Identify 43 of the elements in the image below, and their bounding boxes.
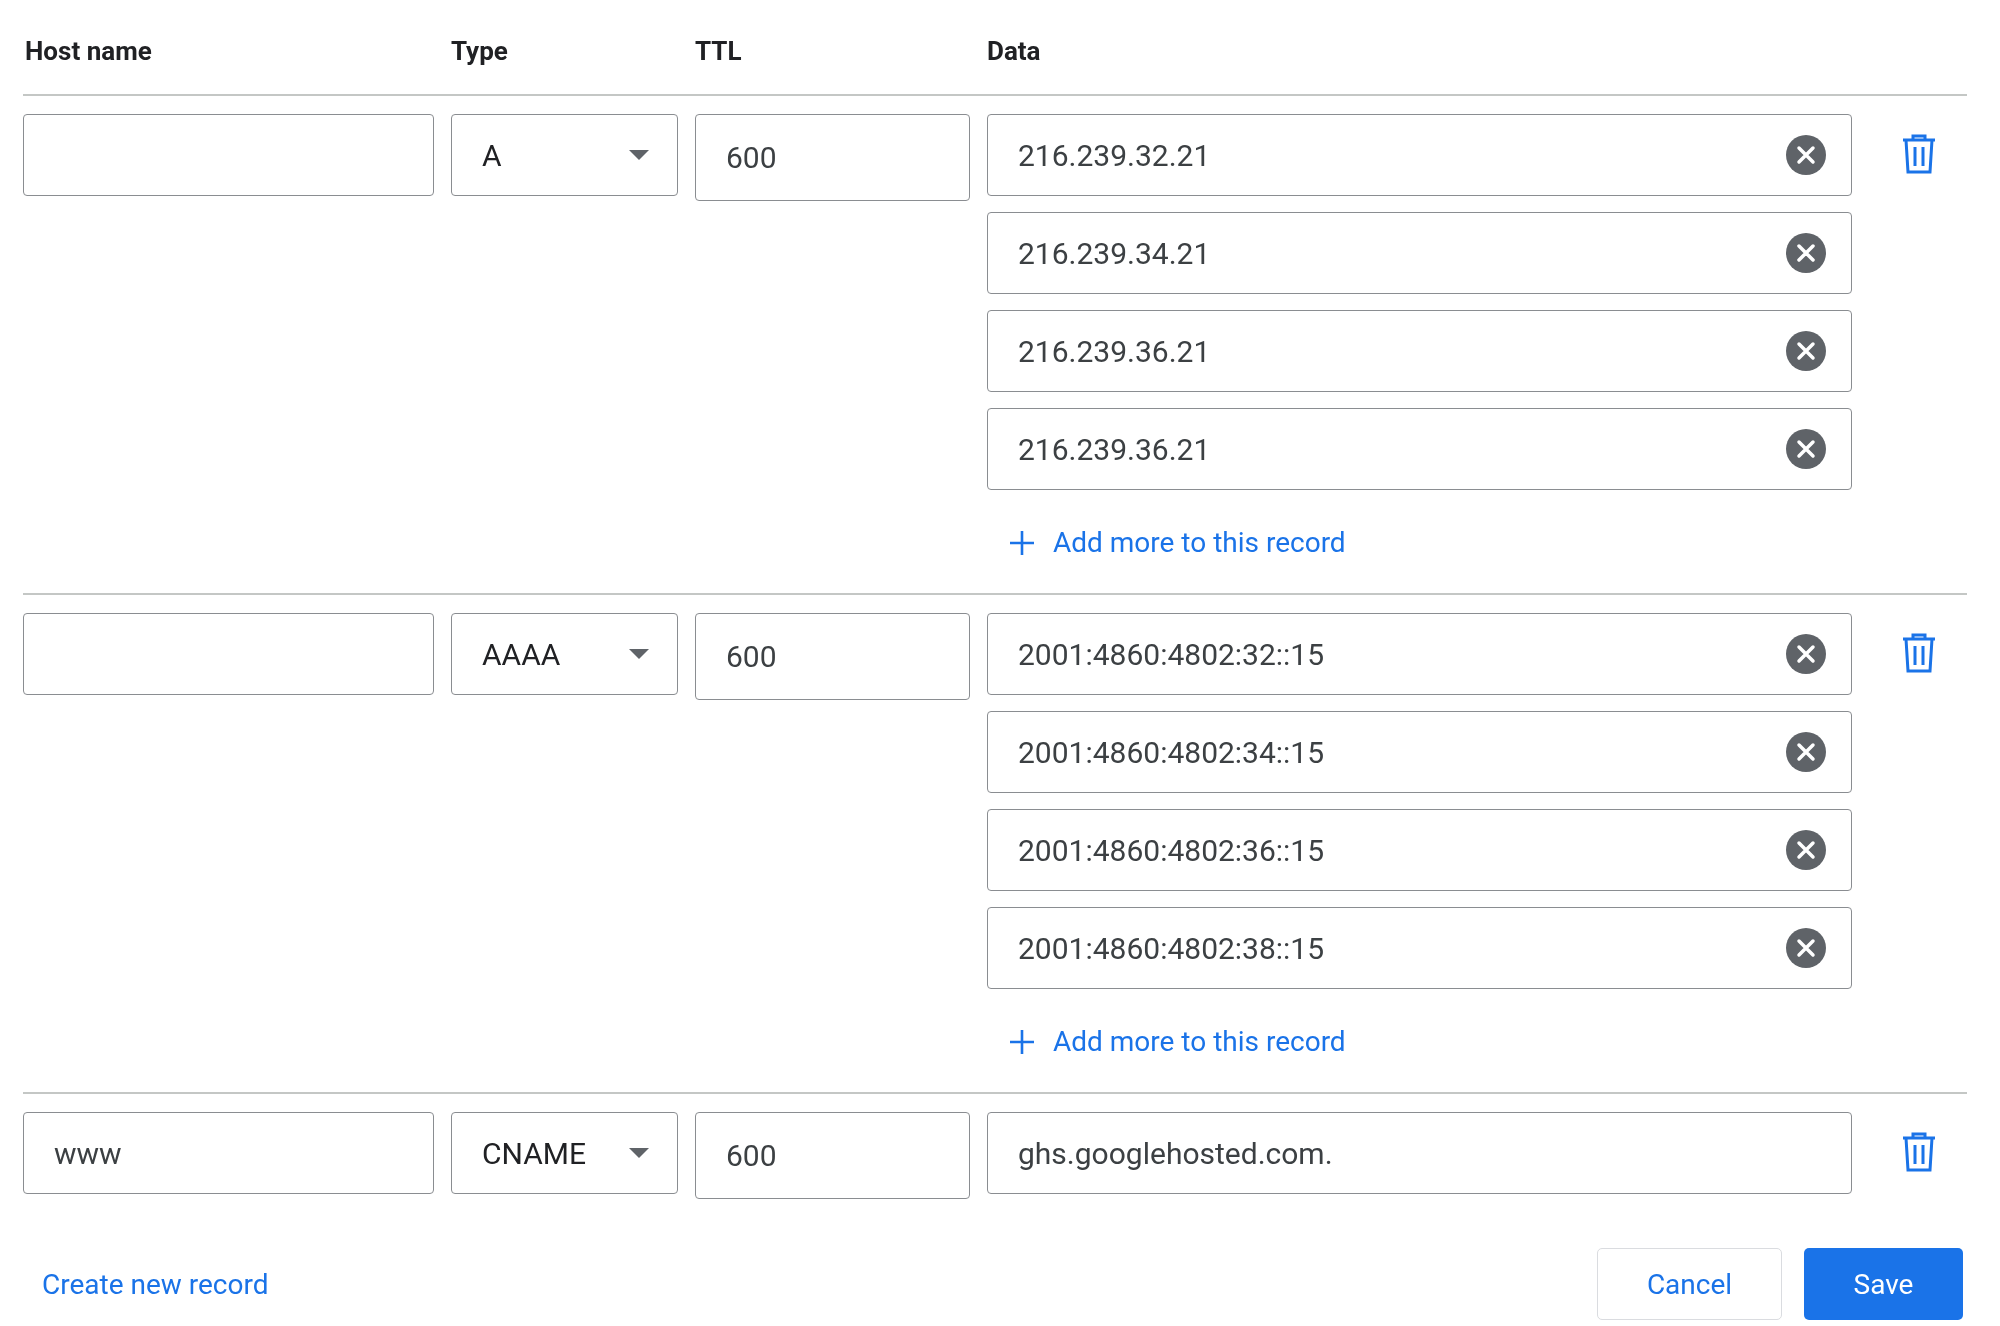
save-button[interactable]: Save xyxy=(1804,1248,1963,1320)
ttl-field[interactable]: 600 xyxy=(695,114,970,201)
data-field[interactable]: 2001:4860:4802:36::15 xyxy=(987,809,1852,891)
add-more-link[interactable]: Add more to this record xyxy=(1009,526,1346,559)
clear-icon[interactable] xyxy=(1785,134,1827,176)
plus-icon xyxy=(1009,1028,1035,1055)
delete-icon[interactable] xyxy=(1901,633,1937,673)
clear-icon[interactable] xyxy=(1785,927,1827,969)
host-name-field[interactable] xyxy=(23,613,434,695)
clear-icon[interactable] xyxy=(1785,330,1827,372)
dropdown-caret-icon xyxy=(629,1148,649,1158)
type-dropdown[interactable]: CNAME xyxy=(451,1112,678,1194)
clear-icon[interactable] xyxy=(1785,829,1827,871)
clear-icon[interactable] xyxy=(1785,232,1827,274)
column-header: Type xyxy=(451,35,509,66)
delete-icon[interactable] xyxy=(1901,1132,1937,1172)
ttl-field[interactable]: 600 xyxy=(695,613,970,700)
type-dropdown[interactable]: AAAA xyxy=(451,613,678,695)
create-new-record-link[interactable]: Create new record xyxy=(42,1267,269,1301)
host-name-field[interactable]: www xyxy=(23,1112,434,1194)
delete-icon[interactable] xyxy=(1901,134,1937,174)
add-more-link[interactable]: Add more to this record xyxy=(1009,1025,1346,1058)
clear-icon[interactable] xyxy=(1785,731,1827,773)
plus-icon xyxy=(1009,529,1035,556)
clear-icon[interactable] xyxy=(1785,428,1827,470)
host-name-field[interactable] xyxy=(23,114,434,196)
column-header: TTL xyxy=(695,35,743,66)
data-field[interactable]: 2001:4860:4802:32::15 xyxy=(987,613,1852,695)
ttl-field[interactable]: 600 xyxy=(695,1112,970,1199)
data-field[interactable]: 216.239.36.21 xyxy=(987,408,1852,490)
data-field[interactable]: ghs.googlehosted.com. xyxy=(987,1112,1852,1194)
cancel-button[interactable]: Cancel xyxy=(1597,1248,1782,1320)
data-field[interactable]: 2001:4860:4802:38::15 xyxy=(987,907,1852,989)
clear-icon[interactable] xyxy=(1785,633,1827,675)
data-field[interactable]: 2001:4860:4802:34::15 xyxy=(987,711,1852,793)
column-header: Host name xyxy=(24,35,153,66)
data-field[interactable]: 216.239.32.21 xyxy=(987,114,1852,196)
column-header: Data xyxy=(987,35,1042,66)
data-field[interactable]: 216.239.34.21 xyxy=(987,212,1852,294)
data-field[interactable]: 216.239.36.21 xyxy=(987,310,1852,392)
dropdown-caret-icon xyxy=(629,649,649,659)
dropdown-caret-icon xyxy=(629,150,649,160)
type-dropdown[interactable]: A xyxy=(451,114,678,196)
